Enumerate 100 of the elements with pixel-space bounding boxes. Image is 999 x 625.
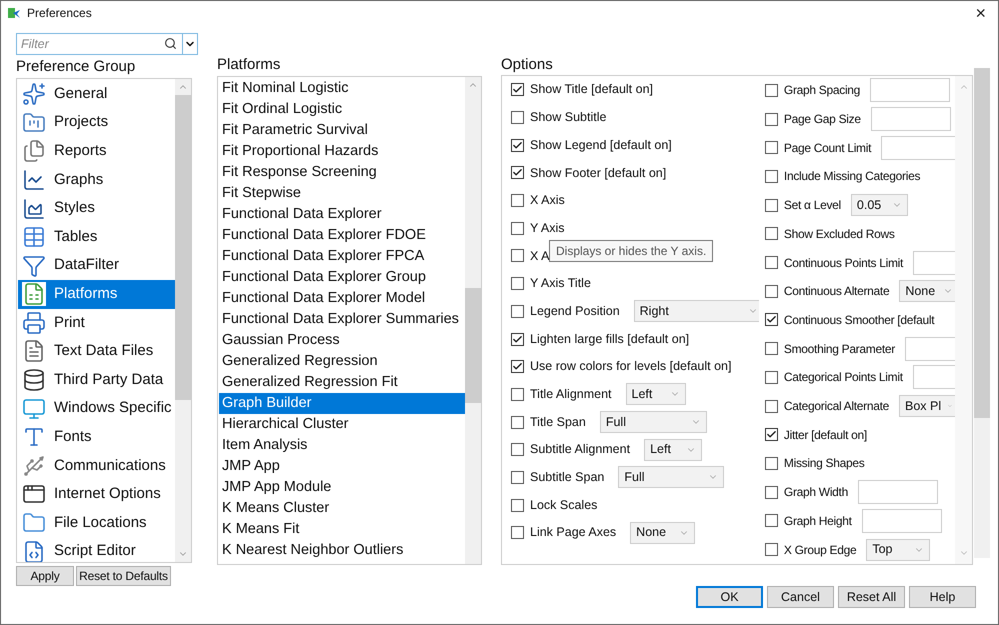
platform-item[interactable]: Item Analysis xyxy=(219,435,465,456)
dropdown[interactable]: Box Pl xyxy=(899,395,956,418)
input-field[interactable] xyxy=(870,107,951,132)
scroll-thumb[interactable] xyxy=(465,288,481,403)
checkbox[interactable] xyxy=(764,456,778,470)
preference-group-item[interactable]: Communications xyxy=(18,452,175,480)
checkbox[interactable] xyxy=(511,416,524,429)
checkbox[interactable] xyxy=(511,332,524,346)
preference-group-item[interactable]: Third Party Data xyxy=(18,366,175,394)
platform-item[interactable]: Functional Data Explorer Group xyxy=(219,267,465,288)
checkbox[interactable] xyxy=(764,256,778,270)
platform-item[interactable]: JMP App xyxy=(219,456,465,477)
platform-item[interactable]: Fit Parametric Survival xyxy=(219,120,465,141)
preference-group-item[interactable]: Projects xyxy=(18,108,175,138)
checkbox[interactable] xyxy=(511,498,524,512)
preference-group-item[interactable]: Internet Options xyxy=(18,480,175,509)
checkbox[interactable] xyxy=(511,470,524,484)
platform-item[interactable]: Generalized Regression xyxy=(219,351,465,372)
group-button[interactable]: Apply xyxy=(16,566,74,586)
checkbox[interactable] xyxy=(511,111,524,124)
checkbox[interactable] xyxy=(511,166,524,180)
checkbox[interactable] xyxy=(511,83,524,96)
checkbox[interactable] xyxy=(511,194,524,208)
close-button[interactable]: × xyxy=(969,4,992,22)
platform-item[interactable]: K Means Cluster xyxy=(219,498,465,519)
scroll-thumb[interactable] xyxy=(974,68,990,418)
dropdown[interactable]: Left xyxy=(644,438,702,461)
checkbox[interactable] xyxy=(511,443,524,456)
preference-group-item[interactable]: Windows Specific xyxy=(18,394,175,423)
checkbox[interactable] xyxy=(511,360,524,374)
checkbox[interactable] xyxy=(764,227,778,240)
dropdown[interactable]: None xyxy=(899,280,956,302)
preference-group-item[interactable]: Styles xyxy=(18,194,175,223)
preference-group-item[interactable]: Graphs xyxy=(18,166,175,194)
platform-item[interactable]: JMP App Module xyxy=(219,477,465,498)
checkbox[interactable] xyxy=(511,304,524,318)
preference-group-item[interactable]: Script Editor xyxy=(18,537,175,562)
group-button[interactable]: Reset to Defaults xyxy=(76,566,171,586)
checkbox[interactable] xyxy=(764,313,778,326)
dialog-button[interactable]: OK xyxy=(696,586,763,608)
checkbox[interactable] xyxy=(511,249,524,262)
scrollbar[interactable] xyxy=(175,78,191,562)
checkbox[interactable] xyxy=(511,526,524,540)
platform-item[interactable]: Functional Data Explorer Model xyxy=(219,288,465,309)
preference-group-item[interactable]: Text Data Files xyxy=(18,337,175,366)
dialog-button[interactable]: Help xyxy=(909,586,976,608)
dialog-button[interactable]: Reset All xyxy=(838,586,905,608)
checkbox[interactable] xyxy=(764,84,778,97)
checkbox[interactable] xyxy=(764,198,778,212)
dropdown[interactable]: Left xyxy=(626,383,686,406)
checkbox[interactable] xyxy=(764,514,778,528)
platform-item[interactable]: K Nearest Neighbor Outliers xyxy=(219,540,465,561)
platform-item[interactable]: Functional Data Explorer Summaries xyxy=(219,309,465,330)
preference-group-item[interactable]: File Locations xyxy=(18,508,175,538)
input-field[interactable] xyxy=(862,508,942,533)
scrollbar[interactable] xyxy=(465,77,481,564)
scrollbar[interactable] xyxy=(974,68,990,558)
platform-item[interactable]: K Means Fit xyxy=(219,519,465,540)
checkbox[interactable] xyxy=(764,400,778,413)
preference-group-item[interactable]: Reports xyxy=(18,137,175,166)
platform-item[interactable]: Functional Data Explorer xyxy=(219,204,465,225)
checkbox[interactable] xyxy=(511,222,524,235)
checkbox[interactable] xyxy=(764,370,778,384)
checkbox[interactable] xyxy=(764,342,778,356)
checkbox[interactable] xyxy=(764,284,778,298)
preference-group-item[interactable]: DataFilter xyxy=(18,251,175,280)
input-field[interactable] xyxy=(858,480,938,504)
checkbox[interactable] xyxy=(764,543,778,556)
platform-item[interactable]: Functional Data Explorer FPCA xyxy=(219,246,465,267)
platform-item[interactable]: Generalized Regression Fit xyxy=(219,372,465,393)
input-field[interactable] xyxy=(881,136,956,160)
dropdown[interactable]: Full xyxy=(618,466,724,488)
preference-group-item[interactable]: Platforms xyxy=(18,280,175,309)
checkbox[interactable] xyxy=(511,388,524,401)
platform-item[interactable]: Fit Ordinal Logistic xyxy=(219,99,465,120)
dialog-button[interactable]: Cancel xyxy=(767,586,834,608)
dropdown[interactable]: None xyxy=(630,522,696,544)
checkbox[interactable] xyxy=(764,170,778,183)
dropdown[interactable]: Right xyxy=(634,300,759,322)
checkbox[interactable] xyxy=(764,486,778,499)
checkbox[interactable] xyxy=(764,428,778,442)
platform-item[interactable]: Graph Builder xyxy=(219,393,465,414)
platform-item[interactable]: Fit Response Screening xyxy=(219,162,465,183)
preference-group-item[interactable]: General xyxy=(18,80,175,108)
dropdown[interactable]: Top xyxy=(866,538,930,561)
checkbox[interactable] xyxy=(764,112,778,126)
platform-item[interactable]: Fit Proportional Hazards xyxy=(219,141,465,162)
dropdown[interactable]: Full xyxy=(600,411,707,434)
checkbox[interactable] xyxy=(511,138,524,152)
preference-group-item[interactable]: Fonts xyxy=(18,422,175,452)
platform-item[interactable]: Gaussian Process xyxy=(219,330,465,351)
filter-field[interactable]: Filter xyxy=(16,33,198,55)
dropdown[interactable]: 0.05 xyxy=(850,194,908,216)
platform-item[interactable]: Hierarchical Cluster xyxy=(219,414,465,435)
platform-item[interactable]: Fit Stepwise xyxy=(219,183,465,204)
checkbox[interactable] xyxy=(764,141,778,154)
preference-group-item[interactable]: Tables xyxy=(18,222,175,252)
checkbox[interactable] xyxy=(511,277,524,290)
preference-group-item[interactable]: Print xyxy=(18,308,175,338)
platform-item[interactable]: Fit Nominal Logistic xyxy=(219,78,465,99)
